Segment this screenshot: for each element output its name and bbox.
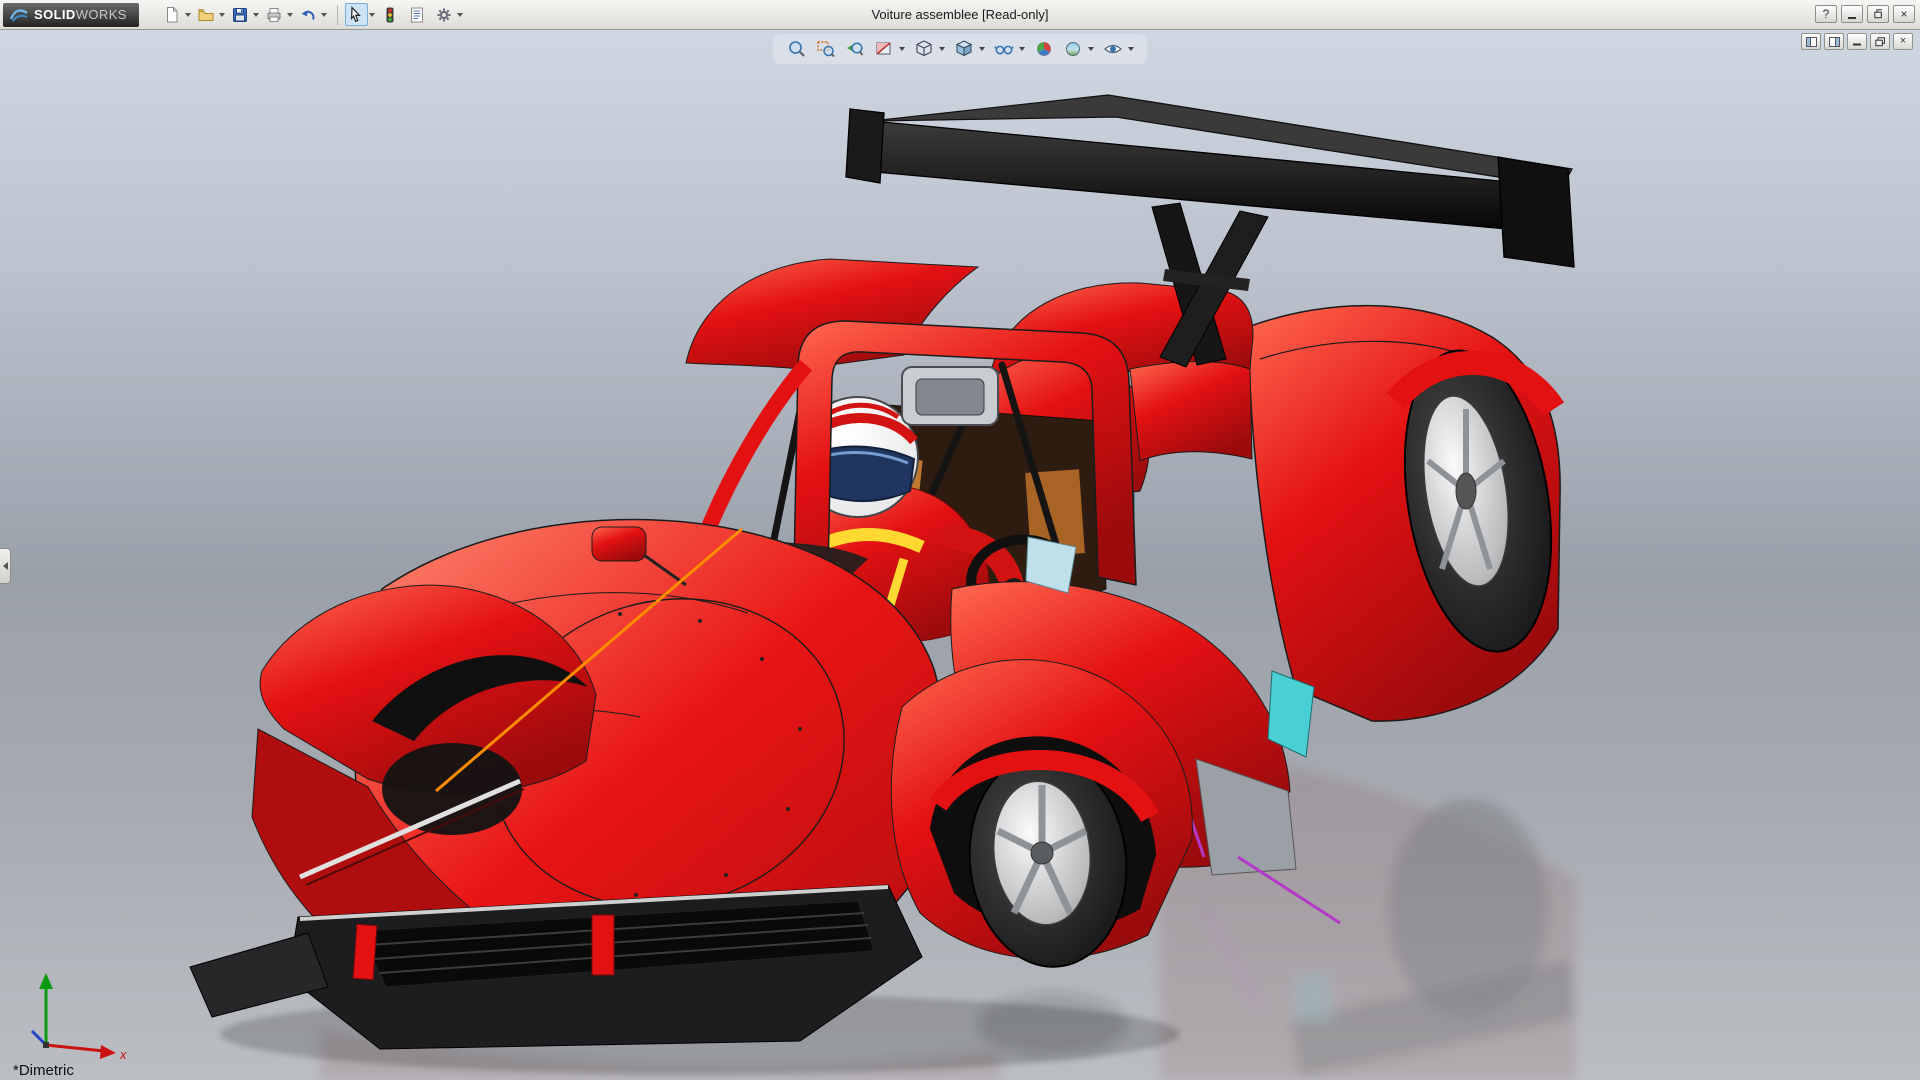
apply-scene-button[interactable] xyxy=(1059,36,1086,62)
zoom-to-fit-icon xyxy=(787,39,807,59)
document-minimize-button[interactable] xyxy=(1847,33,1867,50)
section-view-icon xyxy=(874,39,894,59)
restore-button[interactable] xyxy=(1867,5,1889,23)
select-flyout-arrow[interactable] xyxy=(369,13,375,17)
x-axis-label: x xyxy=(119,1047,127,1062)
file-properties-icon xyxy=(408,6,426,24)
options-icon xyxy=(435,6,453,24)
apply-scene-icon xyxy=(1063,39,1083,59)
open-icon xyxy=(197,6,215,24)
rear-wing[interactable] xyxy=(846,95,1574,267)
document-window-controls: × xyxy=(1801,33,1913,50)
open-button[interactable] xyxy=(195,3,218,26)
car-3d-model[interactable] xyxy=(0,29,1920,1080)
toolbar-separator xyxy=(337,5,338,25)
view-settings-flyout-arrow[interactable] xyxy=(1128,47,1134,51)
print-icon xyxy=(265,6,283,24)
view-orientation-label: *Dimetric xyxy=(13,1062,74,1079)
apply-scene-flyout-arrow[interactable] xyxy=(1088,47,1094,51)
pane-toggle-left-button[interactable] xyxy=(1801,33,1821,50)
new-flyout-arrow[interactable] xyxy=(185,13,191,17)
save-button[interactable] xyxy=(229,3,252,26)
display-style-icon xyxy=(954,39,974,59)
pane-toggle-left-icon xyxy=(1806,37,1817,47)
zoom-to-fit-button[interactable] xyxy=(783,36,810,62)
viewport[interactable]: × x *Dimetric xyxy=(0,29,1920,1080)
undo-flyout-arrow[interactable] xyxy=(321,13,327,17)
edit-appearance-button[interactable] xyxy=(1030,36,1057,62)
x-axis-arrow xyxy=(100,1045,116,1059)
previous-view-button[interactable] xyxy=(841,36,868,62)
new-document-icon xyxy=(163,6,181,24)
select-arrow-icon xyxy=(347,6,365,24)
brand-name: SOLIDWORKS xyxy=(34,7,127,22)
options-button[interactable] xyxy=(433,3,456,26)
document-restore-button[interactable] xyxy=(1870,33,1890,50)
document-close-button[interactable]: × xyxy=(1893,33,1913,50)
display-style-flyout-arrow[interactable] xyxy=(979,47,985,51)
solidworks-logo: SOLIDWORKS xyxy=(3,3,139,27)
view-orientation-button[interactable] xyxy=(910,36,937,62)
application-titlebar: SOLIDWORKS xyxy=(0,0,1920,30)
display-style-button[interactable] xyxy=(950,36,977,62)
close-button[interactable]: × xyxy=(1893,5,1915,23)
rebuild-icon xyxy=(381,6,399,24)
featuremanager-collapse-tab[interactable] xyxy=(0,548,11,584)
undo-icon xyxy=(299,6,317,24)
reference-triad: x xyxy=(8,957,138,1062)
save-icon xyxy=(231,6,249,24)
new-document-button[interactable] xyxy=(161,3,184,26)
zoom-to-area-icon xyxy=(816,39,836,59)
section-view-flyout-arrow[interactable] xyxy=(899,47,905,51)
save-flyout-arrow[interactable] xyxy=(253,13,259,17)
quick-access-toolbar xyxy=(161,3,466,26)
help-button[interactable]: ? xyxy=(1815,5,1837,23)
hide-show-items-flyout-arrow[interactable] xyxy=(1019,47,1025,51)
rebuild-button[interactable] xyxy=(379,3,402,26)
minimize-icon xyxy=(1852,37,1862,46)
zoom-to-area-button[interactable] xyxy=(812,36,839,62)
view-orientation-flyout-arrow[interactable] xyxy=(939,47,945,51)
document-title: Voiture assemblee [Read-only] xyxy=(871,7,1048,22)
previous-view-icon xyxy=(845,39,865,59)
chevron-left-icon xyxy=(3,562,8,570)
heads-up-view-toolbar xyxy=(773,34,1147,64)
section-view-button[interactable] xyxy=(870,36,897,62)
pane-toggle-right-icon xyxy=(1829,37,1840,47)
pane-toggle-right-button[interactable] xyxy=(1824,33,1844,50)
print-flyout-arrow[interactable] xyxy=(287,13,293,17)
select-tool-button[interactable] xyxy=(345,3,368,26)
view-settings-icon xyxy=(1103,39,1123,59)
hide-show-items-icon xyxy=(994,39,1014,59)
minimize-button[interactable] xyxy=(1841,5,1863,23)
file-properties-button[interactable] xyxy=(406,3,429,26)
edit-appearance-icon xyxy=(1034,39,1054,59)
restore-icon xyxy=(1874,9,1882,19)
print-button[interactable] xyxy=(263,3,286,26)
windscreen-vent[interactable] xyxy=(902,367,998,425)
solidworks-logo-icon xyxy=(9,7,29,23)
undo-button[interactable] xyxy=(297,3,320,26)
y-axis-arrow xyxy=(39,973,53,989)
restore-icon xyxy=(1875,37,1886,47)
options-flyout-arrow[interactable] xyxy=(457,13,463,17)
open-flyout-arrow[interactable] xyxy=(219,13,225,17)
hide-show-items-button[interactable] xyxy=(990,36,1017,62)
minimize-icon xyxy=(1848,17,1856,19)
view-settings-button[interactable] xyxy=(1099,36,1126,62)
view-orientation-icon xyxy=(914,39,934,59)
